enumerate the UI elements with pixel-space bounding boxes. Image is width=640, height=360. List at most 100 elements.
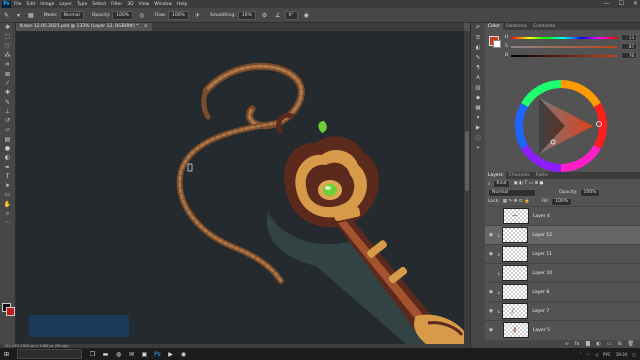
minimize-button[interactable]: — bbox=[604, 0, 610, 7]
eye-icon[interactable]: ◉ bbox=[485, 232, 497, 238]
blend-mode-select[interactable]: Normal bbox=[488, 188, 536, 197]
brush-panel-icon[interactable]: ▦ bbox=[28, 12, 34, 19]
info-panel-icon[interactable]: ⓘ bbox=[471, 133, 485, 143]
airbrush-icon[interactable]: ✈ bbox=[195, 12, 200, 19]
color-wheel-graphic[interactable] bbox=[515, 79, 607, 173]
layer-row-selected[interactable]: ◉ ↳ Layer 12 bbox=[485, 225, 640, 244]
filter-icons[interactable]: ▣ ◐ T ▭ ⊞ ● bbox=[513, 181, 543, 186]
navigator-panel-icon[interactable]: ⌖ bbox=[471, 143, 485, 153]
history-panel-icon[interactable]: ↶ bbox=[471, 23, 485, 33]
task-view-icon[interactable]: ❐ bbox=[86, 348, 99, 360]
maximize-button[interactable]: ☐ bbox=[619, 0, 624, 7]
brush-settings-icon[interactable]: ▾ bbox=[17, 12, 20, 19]
menu-image[interactable]: Image bbox=[40, 2, 54, 7]
pen-tool-icon[interactable]: ✒ bbox=[0, 162, 15, 171]
notifications-icon[interactable]: ▢ bbox=[632, 352, 636, 357]
layer-filter-select[interactable]: Kind bbox=[492, 179, 511, 188]
eye-icon[interactable]: ◉ bbox=[485, 327, 497, 333]
input-language[interactable]: РУС bbox=[603, 352, 611, 357]
properties-panel-icon[interactable]: ☰ bbox=[471, 33, 485, 43]
document-tab[interactable]: Ключ 12.05.2021.psd @ 133% (Layer 12, RG… bbox=[16, 23, 152, 31]
pressure-opacity-icon[interactable]: ◎ bbox=[139, 12, 144, 19]
menu-filter[interactable]: Filter bbox=[111, 2, 122, 7]
eyedropper-tool-icon[interactable]: ⁄ bbox=[0, 79, 15, 88]
layer-row[interactable]: ~ Layer 4 bbox=[485, 206, 640, 225]
smoothing-settings-icon[interactable]: ⚙ bbox=[262, 12, 267, 19]
brightness-value[interactable]: 76 bbox=[621, 52, 637, 59]
scrollbar-thumb[interactable] bbox=[465, 131, 469, 191]
store-icon[interactable]: ▣ bbox=[138, 348, 151, 360]
layer-row[interactable]: ◉ ⚷ Layer 5 bbox=[485, 320, 640, 339]
libraries-panel-icon[interactable]: ▥ bbox=[471, 83, 485, 93]
background-color-chip[interactable] bbox=[493, 40, 501, 48]
color-swatches[interactable] bbox=[2, 303, 15, 316]
shapes-panel-icon[interactable]: ◆ bbox=[471, 93, 485, 103]
character-panel-icon[interactable]: A bbox=[471, 73, 485, 83]
patterns-panel-icon[interactable]: ▦ bbox=[471, 103, 485, 113]
tab-channels[interactable]: Channels bbox=[506, 172, 533, 179]
hue-value[interactable]: 13 bbox=[621, 34, 637, 41]
layer-row[interactable]: ◉ ↳ Layer 8 bbox=[485, 282, 640, 301]
eye-icon[interactable]: ◉ bbox=[485, 308, 497, 314]
healing-tool-icon[interactable]: ✚ bbox=[0, 88, 15, 97]
styles-panel-icon[interactable]: ✦ bbox=[471, 113, 485, 123]
file-explorer-icon[interactable]: ▬ bbox=[99, 348, 112, 360]
taskbar-search-input[interactable] bbox=[17, 349, 82, 359]
menu-help[interactable]: Help bbox=[177, 2, 187, 7]
zoom-tool-icon[interactable]: ⌕ bbox=[0, 209, 15, 218]
menu-3d[interactable]: 3D bbox=[127, 2, 133, 7]
saturation-value[interactable]: 87 bbox=[621, 43, 637, 50]
background-color-swatch[interactable] bbox=[6, 307, 15, 316]
flow-field[interactable]: 100% bbox=[167, 10, 189, 20]
tab-layers[interactable]: Layers bbox=[485, 172, 506, 179]
crop-tool-icon[interactable]: ⌗ bbox=[0, 60, 15, 69]
layer-opacity-field[interactable]: 100% bbox=[579, 188, 601, 197]
eye-icon[interactable]: ◉ bbox=[485, 289, 497, 295]
opacity-field[interactable]: 100% bbox=[112, 10, 134, 20]
frame-tool-icon[interactable]: ⊠ bbox=[0, 69, 15, 78]
photoshop-taskbar-icon[interactable]: Ps bbox=[151, 348, 164, 360]
layer-row[interactable]: ◉ ↳ / Layer 7 bbox=[485, 301, 640, 320]
brush-tool-icon[interactable]: ✎ bbox=[0, 97, 15, 106]
paragraph-panel-icon[interactable]: ¶ bbox=[471, 63, 485, 73]
add-mask-icon[interactable]: ◙ bbox=[585, 341, 590, 347]
canvas-area[interactable] bbox=[16, 31, 464, 344]
layer-style-icon[interactable]: fx bbox=[575, 341, 580, 347]
tab-paths[interactable]: Paths bbox=[533, 172, 551, 179]
eye-icon[interactable]: ◉ bbox=[485, 251, 497, 257]
mode-select[interactable]: Normal bbox=[59, 10, 84, 20]
delete-layer-icon[interactable]: 🗑 bbox=[628, 341, 634, 347]
network-icon[interactable]: ◠ bbox=[586, 352, 590, 357]
document-close-icon[interactable]: × bbox=[144, 24, 148, 29]
hue-slider[interactable] bbox=[510, 36, 618, 39]
menu-select[interactable]: Select bbox=[92, 2, 106, 7]
marquee-tool-icon[interactable]: ⬚ bbox=[0, 32, 15, 41]
pressure-size-icon[interactable]: ◉ bbox=[304, 12, 309, 19]
blur-tool-icon[interactable]: ● bbox=[0, 144, 15, 153]
media-app-icon[interactable]: ▶ bbox=[164, 348, 177, 360]
menu-window[interactable]: Window bbox=[154, 2, 172, 7]
shape-tool-icon[interactable]: ▭ bbox=[0, 190, 15, 199]
menu-edit[interactable]: Edit bbox=[27, 2, 36, 7]
clock[interactable]: 19:34 bbox=[616, 352, 628, 357]
layer-fill-field[interactable]: 100% bbox=[551, 197, 573, 206]
brush-preset-icon[interactable]: ✎ bbox=[4, 12, 9, 19]
angle-field[interactable]: 0° bbox=[284, 10, 298, 20]
layer-row[interactable]: ◉ ↳ Layer 11 bbox=[485, 244, 640, 263]
dodge-tool-icon[interactable]: ◐ bbox=[0, 153, 15, 162]
menu-view[interactable]: View bbox=[139, 2, 150, 7]
move-tool-icon[interactable]: ✥ bbox=[0, 23, 15, 32]
stamp-tool-icon[interactable]: ⊥ bbox=[0, 107, 15, 116]
menu-type[interactable]: Type bbox=[77, 2, 87, 7]
link-layers-icon[interactable]: ∞ bbox=[565, 341, 569, 347]
edit-toolbar-icon[interactable]: ⋯ bbox=[0, 218, 15, 227]
type-tool-icon[interactable]: T bbox=[0, 172, 15, 181]
actions-panel-icon[interactable]: ▶ bbox=[471, 123, 485, 133]
magic-wand-tool-icon[interactable]: ⁂ bbox=[0, 51, 15, 60]
adjustments-panel-icon[interactable]: ◐ bbox=[471, 43, 485, 53]
windows-start-icon[interactable]: ⊞ bbox=[0, 348, 13, 360]
tray-up-arrow-icon[interactable]: ˄ bbox=[579, 352, 581, 357]
brightness-slider[interactable] bbox=[510, 54, 618, 57]
tab-color[interactable]: Color bbox=[485, 23, 503, 30]
adjustment-layer-icon[interactable]: ◐ bbox=[596, 341, 600, 347]
